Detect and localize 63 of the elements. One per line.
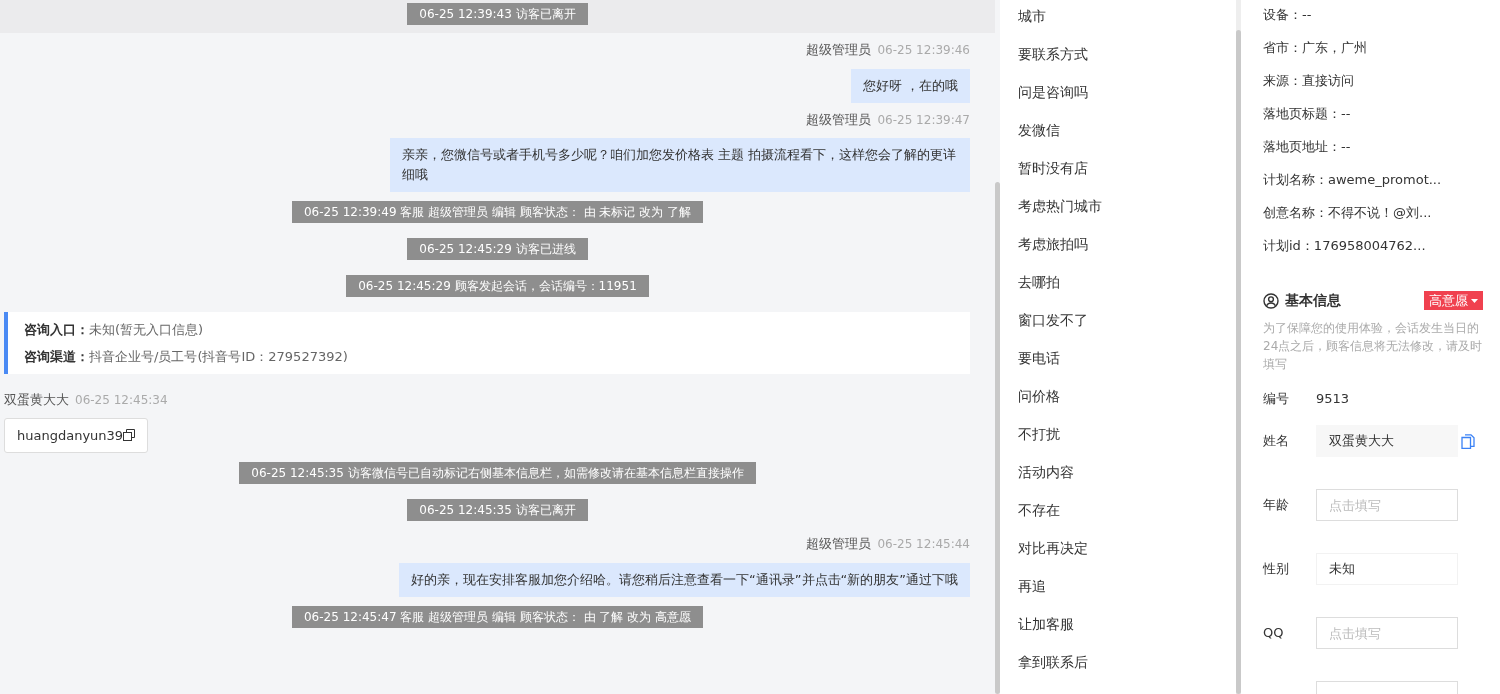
visitor-info-line: 计划名称：aweme_promot...: [1263, 171, 1443, 189]
quick-reply-item[interactable]: 拿到联系后: [1018, 651, 1236, 689]
field-label: QQ: [1263, 624, 1285, 643]
quick-reply-item[interactable]: 窗口发不了: [1018, 309, 1236, 347]
visitor-info-line: 来源：直接访问: [1263, 72, 1355, 90]
quick-reply-item[interactable]: 要联系方式: [1018, 43, 1236, 81]
visitor-info-line: 创意名称：不得不说！@刘...: [1263, 204, 1433, 222]
field-value: 9513: [1316, 390, 1350, 409]
sender-name: 超级管理员: [806, 42, 872, 57]
quick-reply-item[interactable]: 让加客服: [1018, 613, 1236, 651]
quick-reply-item[interactable]: 对比再决定: [1018, 537, 1236, 575]
quick-reply-item[interactable]: 考虑热门城市: [1018, 195, 1236, 233]
quick-reply-item[interactable]: 问价格: [1018, 385, 1236, 423]
field-label: 姓名: [1263, 432, 1290, 451]
field-label: 性别: [1263, 560, 1290, 579]
quick-reply-item[interactable]: 发微信: [1018, 119, 1236, 157]
system-message: 06-25 12:39:49 客服 超级管理员 编辑 顾客状态： 由 未标记 改为 了解: [291, 201, 704, 223]
quick-reply-item[interactable]: 不存在: [1018, 499, 1236, 537]
quick-reply-item[interactable]: 要电话: [1018, 347, 1236, 385]
visitor-info-line: 落地页地址：--: [1263, 138, 1352, 156]
copy-icon[interactable]: [123, 429, 136, 442]
quick-reply-item[interactable]: 城市: [1018, 5, 1236, 43]
info-line: 咨询入口：未知(暂无入口信息): [24, 321, 205, 339]
message-bubble: 好的亲，现在安排客服加您介绍哈。请您稍后注意查看一下“通讯录”并点击“新的朋友”通过下哦: [399, 562, 970, 597]
input-field[interactable]: 点击填写: [1316, 489, 1458, 521]
quick-reply-item[interactable]: 暂时没有店: [1018, 157, 1236, 195]
input-field[interactable]: 点击填写: [1316, 617, 1458, 649]
intent-dropdown[interactable]: 高意愿: [1424, 291, 1483, 310]
system-message: 06-25 12:45:35 访客已离开: [407, 499, 588, 521]
system-message: 06-25 12:45:35 访客微信号已自动标记右侧基本信息栏，如需修改请在基本信息栏直接操作: [239, 462, 756, 484]
field-label: 年龄: [1263, 496, 1290, 515]
caret-icon: [1471, 298, 1478, 303]
quick-reply-item[interactable]: 问是咨询吗: [1018, 81, 1236, 119]
message-bubble: 亲亲，您微信号或者手机号多少呢？咱们加您发价格表 主题 拍摄流程看下，这样您会了解的更详细哦: [390, 138, 970, 192]
quick-reply-item[interactable]: 去哪拍: [1018, 271, 1236, 309]
visitor-info-line: 落地页标题：--: [1263, 105, 1352, 123]
sender-name: 超级管理员: [806, 111, 872, 127]
sender-name: 双蛋黄大大: [4, 392, 69, 407]
message-text: huangdanyun39: [17, 426, 124, 445]
message-time: 06-25 12:45:34: [75, 393, 168, 407]
field-label: 编号: [1263, 390, 1290, 409]
user-icon: [1263, 292, 1279, 309]
quick-reply-item[interactable]: 活动内容: [1018, 461, 1236, 499]
visitor-info-line: 设备：--: [1263, 6, 1313, 24]
message-time: 06-25 12:39:47: [877, 112, 970, 127]
notice-text: 为了保障您的使用体验，会话发生当日的24点之后，顾客信息将无法修改，请及时填写: [1263, 320, 1483, 373]
system-message: 06-25 12:45:29 访客已进线: [407, 238, 588, 260]
info-line: 咨询渠道：抖音企业号/员工号(抖音号ID：279527392): [24, 347, 349, 366]
quick-reply-item[interactable]: 不打扰: [1018, 423, 1236, 461]
quick-reply-item[interactable]: 考虑旅拍吗: [1018, 233, 1236, 271]
section-title: 基本信息: [1285, 291, 1341, 310]
visitor-info-line: 省市：广东，广州: [1263, 39, 1368, 57]
message-bubble: 您好呀 ，在的哦: [850, 68, 970, 103]
visitor-info-line: 计划id：176958004762...: [1263, 237, 1427, 255]
system-message: 06-25 12:45:47 客服 超级管理员 编辑 顾客状态： 由 了解 改为 高意愿: [291, 605, 704, 628]
name-field[interactable]: 双蛋黄大大: [1316, 425, 1458, 457]
message-time: 06-25 12:39:46: [877, 43, 970, 57]
sender-name: 超级管理员: [806, 536, 872, 551]
message-time: 06-25 12:45:44: [877, 537, 970, 551]
input-field[interactable]: 未知: [1316, 553, 1458, 585]
system-message: 06-25 12:39:43 访客已离开: [407, 3, 588, 25]
system-message: 06-25 12:45:29 顾客发起会话，会话编号：11951: [346, 275, 649, 297]
quick-reply-item[interactable]: 再追: [1018, 575, 1236, 613]
